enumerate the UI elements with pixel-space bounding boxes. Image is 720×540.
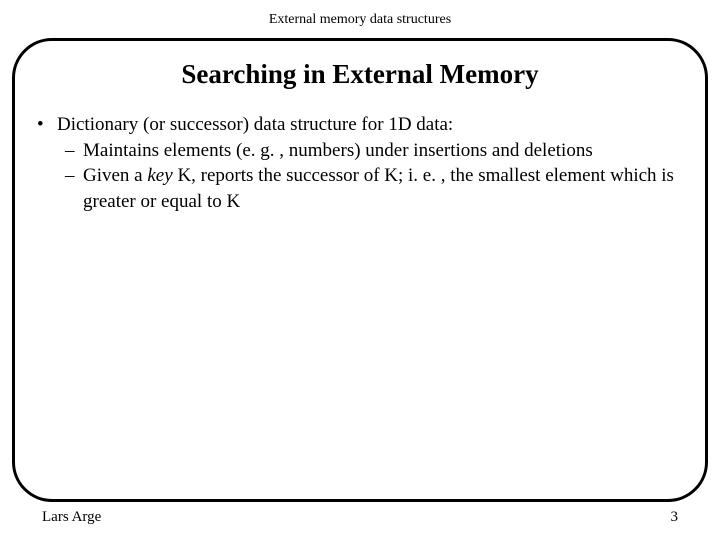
bullet-sub-2-key: key xyxy=(147,165,172,186)
dash-icon: – xyxy=(65,138,83,164)
footer-author: Lars Arge xyxy=(42,509,101,526)
bullet-main-text: Dictionary (or successor) data structure… xyxy=(57,112,453,138)
bullet-sub-2: – Given a key K, reports the successor o… xyxy=(37,163,683,214)
bullet-main: • Dictionary (or successor) data structu… xyxy=(37,112,683,138)
slide-content: • Dictionary (or successor) data structu… xyxy=(37,112,683,215)
slide-frame: Searching in External Memory • Dictionar… xyxy=(12,38,708,502)
bullet-sub-1-text: Maintains elements (e. g. , numbers) und… xyxy=(83,138,593,164)
slide-header: External memory data structures xyxy=(0,0,720,28)
dash-icon: – xyxy=(65,163,83,214)
bullet-dot-icon: • xyxy=(37,112,57,138)
slide-title: Searching in External Memory xyxy=(37,59,683,90)
footer-page-number: 3 xyxy=(671,509,679,526)
bullet-sub-2-text: Given a key K, reports the successor of … xyxy=(83,163,683,214)
bullet-sub-1: – Maintains elements (e. g. , numbers) u… xyxy=(37,138,683,164)
bullet-sub-2a: Given a xyxy=(83,165,147,186)
